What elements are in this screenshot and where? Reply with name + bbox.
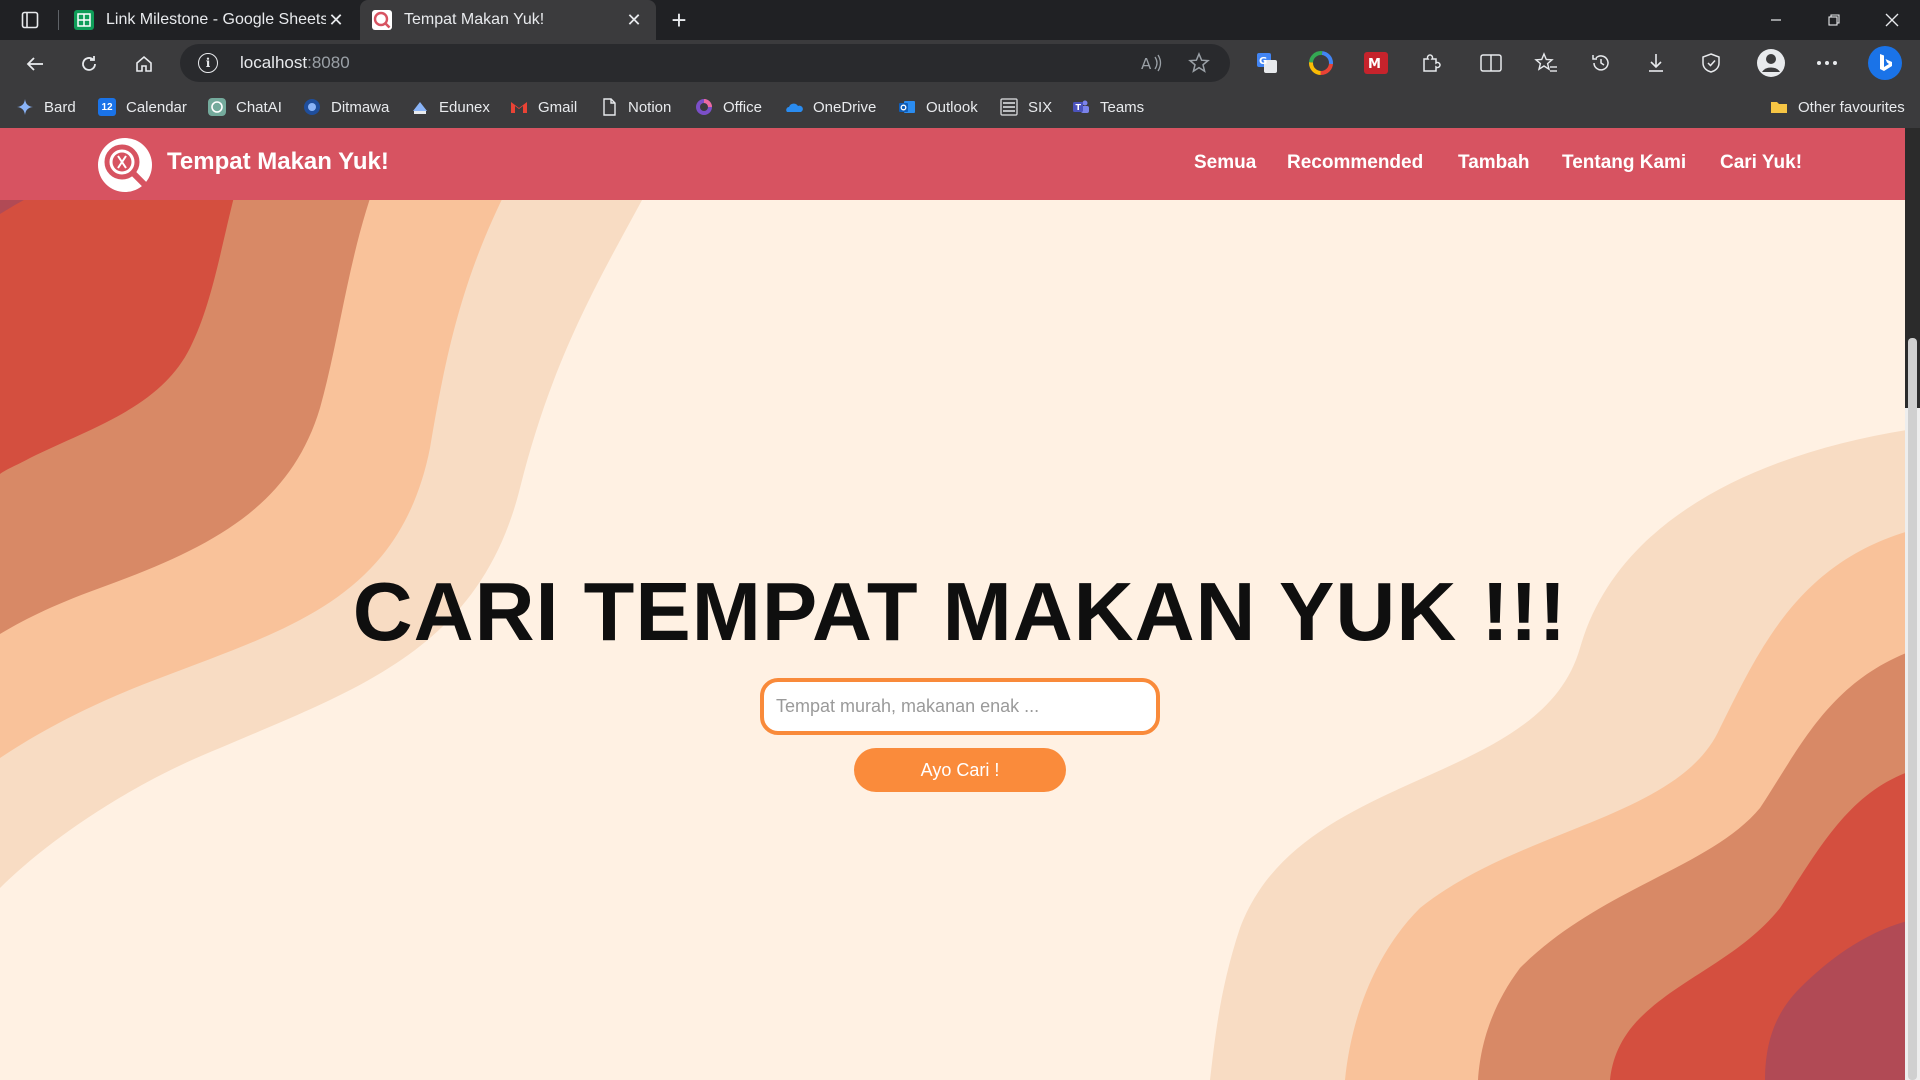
bookmark-label: Notion — [628, 98, 672, 116]
tab-bar: Link Milestone - Google Sheets ✕ Tempat … — [0, 0, 1920, 40]
chatai-icon — [208, 98, 226, 116]
bookmark-notion[interactable]: Notion — [600, 95, 671, 119]
nav-cari-yuk[interactable]: Cari Yuk! — [1720, 152, 1802, 174]
tab-title: Link Milestone - Google Sheets — [106, 11, 326, 28]
url-host: localhost — [240, 53, 308, 72]
favourite-star-icon[interactable] — [1187, 51, 1211, 75]
performance-icon[interactable] — [1698, 50, 1724, 76]
edunex-icon — [413, 102, 427, 114]
bookmark-calendar[interactable]: 12 Calendar — [98, 95, 187, 119]
bookmarks-bar: Bard 12 Calendar ChatAI Ditmawa Edunex G… — [0, 86, 1920, 128]
six-icon — [1000, 98, 1018, 116]
restore-icon[interactable] — [1806, 0, 1862, 40]
url-port: :8080 — [307, 53, 350, 72]
office-icon — [696, 99, 712, 115]
bookmark-teams[interactable]: T Teams — [1072, 95, 1144, 119]
tab-actions-icon[interactable] — [12, 6, 48, 34]
bookmark-label: Other favourites — [1798, 98, 1905, 116]
window-close-icon[interactable] — [1864, 0, 1920, 40]
scrollbar-thumb[interactable] — [1908, 338, 1917, 1080]
bookmark-label: Edunex — [439, 98, 490, 116]
outlook-icon — [899, 101, 915, 113]
home-icon[interactable] — [127, 47, 161, 81]
search-input[interactable] — [760, 678, 1160, 735]
new-tab-plus-icon[interactable]: + — [664, 5, 694, 35]
site-info-icon[interactable]: i — [198, 53, 218, 73]
calendar-icon: 12 — [98, 98, 116, 116]
bookmark-chatai[interactable]: ChatAI — [208, 95, 282, 119]
bookmark-label: ChatAI — [236, 98, 282, 116]
teams-icon: T — [1073, 100, 1089, 113]
translate-extension-icon[interactable]: G — [1254, 50, 1280, 76]
ditmawa-icon — [304, 99, 320, 115]
bookmark-gmail[interactable]: Gmail — [510, 95, 577, 119]
bookmark-label: SIX — [1028, 98, 1053, 116]
bookmark-label: OneDrive — [813, 98, 877, 116]
downloads-icon[interactable] — [1643, 50, 1669, 76]
extensions-puzzle-icon[interactable] — [1418, 50, 1444, 76]
tab-google-sheets[interactable]: Link Milestone - Google Sheets ✕ — [62, 0, 358, 40]
tab-tempat-makan[interactable]: Tempat Makan Yuk! ✕ — [360, 0, 656, 40]
search-button[interactable]: Ayo Cari ! — [854, 748, 1066, 792]
bing-copilot-icon[interactable] — [1867, 45, 1903, 81]
history-icon[interactable] — [1588, 50, 1614, 76]
bookmark-six[interactable]: SIX — [1000, 95, 1052, 119]
profile-avatar-icon[interactable] — [1756, 48, 1786, 78]
tab-separator — [58, 10, 59, 30]
gmail-icon — [511, 102, 527, 113]
notion-icon — [603, 98, 616, 116]
bookmark-outlook[interactable]: Outlook — [898, 95, 978, 119]
bookmark-onedrive[interactable]: OneDrive — [785, 95, 876, 119]
minimize-icon[interactable] — [1748, 0, 1804, 40]
brand-logo-icon[interactable] — [98, 138, 152, 192]
bookmark-office[interactable]: Office — [695, 95, 762, 119]
onedrive-cloud-icon — [786, 103, 803, 112]
svg-text:M: M — [1368, 57, 1381, 72]
page-scrollbar[interactable] — [1905, 128, 1920, 1080]
hero-title: CARI TEMPAT MAKAN YUK !!! — [352, 565, 1568, 658]
bookmark-bard[interactable]: Bard — [16, 95, 76, 119]
tab-title: Tempat Makan Yuk! — [404, 11, 545, 28]
nav-tentang-kami[interactable]: Tentang Kami — [1562, 152, 1686, 174]
bookmark-label: Gmail — [538, 98, 578, 116]
page-viewport: Tempat Makan Yuk! Semua Recommended Tamb… — [0, 128, 1920, 1080]
color-picker-extension-icon[interactable] — [1308, 50, 1334, 76]
nav-recommended[interactable]: Recommended — [1287, 152, 1423, 174]
nav-tambah[interactable]: Tambah — [1458, 152, 1529, 174]
more-options-icon[interactable] — [1814, 50, 1840, 76]
bard-icon — [17, 99, 33, 115]
bookmark-other-favourites[interactable]: Other favourites — [1770, 95, 1905, 119]
address-url[interactable]: localhost:8080 — [240, 53, 350, 73]
mendeley-extension-icon[interactable]: M — [1363, 50, 1389, 76]
google-sheets-icon — [74, 10, 94, 30]
svg-text:G: G — [1259, 56, 1267, 67]
bookmark-ditmawa[interactable]: Ditmawa — [303, 95, 389, 119]
close-icon[interactable]: ✕ — [624, 10, 644, 30]
folder-icon — [1771, 102, 1787, 113]
bookmark-label: Outlook — [926, 98, 978, 116]
svg-text:T: T — [1076, 103, 1082, 112]
brand-name[interactable]: Tempat Makan Yuk! — [167, 148, 389, 176]
bookmark-edunex[interactable]: Edunex — [411, 95, 490, 119]
split-screen-icon[interactable] — [1478, 50, 1504, 76]
close-icon[interactable]: ✕ — [326, 10, 346, 30]
read-aloud-icon[interactable]: A — [1140, 51, 1164, 75]
back-arrow-icon[interactable] — [18, 47, 52, 81]
bookmark-label: Ditmawa — [331, 98, 390, 116]
bookmark-label: Office — [723, 98, 762, 116]
bookmark-label: Bard — [44, 98, 76, 116]
favourites-icon[interactable] — [1533, 50, 1559, 76]
browser-toolbar: i localhost:8080 A G M — [0, 40, 1920, 114]
site-navbar: Tempat Makan Yuk! Semua Recommended Tamb… — [0, 128, 1905, 200]
bookmark-label: Teams — [1100, 98, 1145, 116]
nav-semua[interactable]: Semua — [1194, 152, 1256, 174]
refresh-icon[interactable] — [72, 47, 106, 81]
svg-text:A: A — [1141, 55, 1152, 73]
bookmark-label: Calendar — [126, 98, 187, 116]
site-favicon-icon — [372, 10, 392, 30]
address-bar[interactable]: i localhost:8080 A — [180, 44, 1230, 82]
